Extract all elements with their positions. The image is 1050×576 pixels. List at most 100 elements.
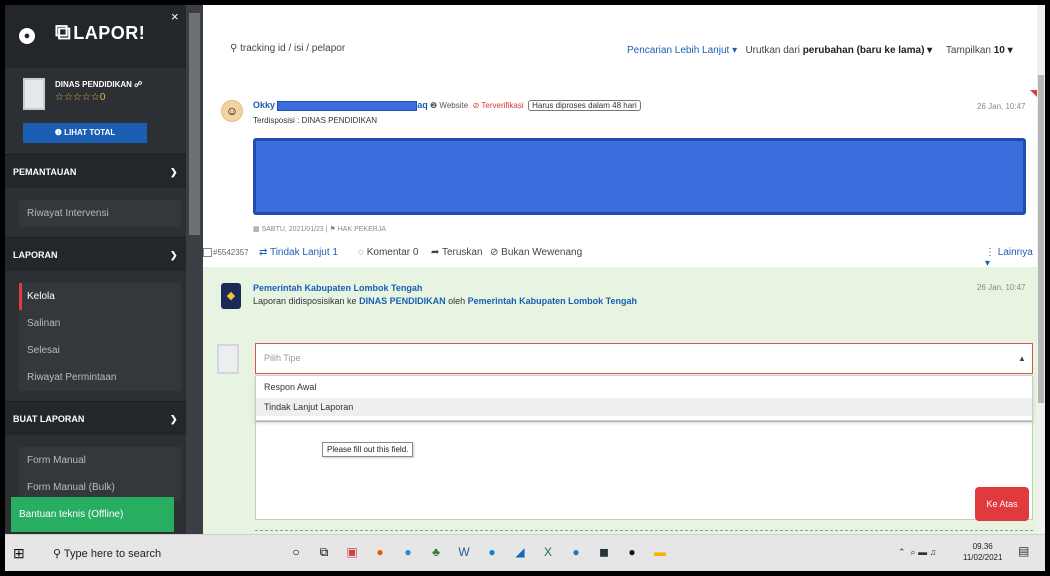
reporter-avatar: ☺ [221, 100, 243, 122]
disposition-label: Terdisposisi : DINAS PENDIDIKAN [253, 116, 378, 125]
github-icon[interactable]: ● [19, 28, 35, 44]
select-checkbox[interactable]: #5542357 [203, 248, 249, 258]
verified-label: ⊘ Terverifikasi [472, 101, 524, 110]
option-tindak-lanjut-laporan[interactable]: Tindak Lanjut Laporan [256, 398, 1032, 416]
sidebar-scrollbar[interactable] [186, 5, 203, 534]
sidebar-item-salinan[interactable]: Salinan [19, 310, 181, 337]
redacted-block [277, 100, 418, 111]
main-content: ⚲ tracking id / isi / pelapor Pencarian … [203, 5, 1045, 534]
sidebar-item-selesai[interactable]: Selesai [19, 337, 181, 364]
avatar [23, 78, 45, 110]
app-icon[interactable]: ● [622, 541, 642, 563]
sidebar-item-kelola[interactable]: Kelola [19, 283, 181, 310]
sidebar-header: ● ⧉ LAPOR! × [5, 5, 186, 68]
redacted-content [253, 138, 1026, 215]
skype-icon[interactable]: ● [482, 541, 502, 563]
file-explorer-icon[interactable]: ▬ [650, 541, 670, 563]
reporter-name[interactable]: Okky [253, 100, 275, 110]
section-buat-laporan[interactable]: BUAT LAPORAN ❯ [5, 401, 186, 435]
system-tray[interactable]: ⌃ ⌕ ▬ ♫ [898, 547, 936, 558]
rating-stars: ☆☆☆☆☆0 [55, 92, 106, 103]
search-icon: ⚲ [230, 43, 238, 54]
avatar [217, 344, 239, 374]
disposition-title: Pemerintah Kabupaten Lombok Tengah [253, 283, 423, 293]
word-icon[interactable]: W [454, 541, 474, 563]
select-placeholder: Pilih Tipe [264, 353, 301, 363]
help-button[interactable]: Bantuan teknis (Offline) [11, 497, 174, 532]
sidebar-item-riwayat-intervensi[interactable]: Riwayat Intervensi [19, 200, 181, 227]
network-app-icon[interactable]: ♣ [426, 541, 446, 563]
scroll-thumb[interactable] [189, 13, 200, 235]
sidebar: ● ⧉ LAPOR! × DINAS PENDIDIKAN ☍ ☆☆☆☆☆0 ❶ … [5, 5, 186, 534]
chevron-down-icon: ❯ [170, 167, 178, 177]
target-agency: DINAS PENDIDIKAN [359, 296, 446, 306]
deadline-badge: Harus diproses dalam 48 hari [528, 100, 641, 111]
search-options: Pencarian Lebih Lanjut ▾ Urutkan dari pe… [627, 45, 1013, 56]
edge-icon[interactable]: ● [398, 541, 418, 563]
windows-start-icon[interactable]: ⊞ [13, 545, 25, 562]
advanced-search-link[interactable]: Pencarian Lebih Lanjut ▾ [627, 45, 737, 56]
sidebar-item-form-manual[interactable]: Form Manual [19, 447, 181, 474]
section-pemantauan[interactable]: PEMANTAUAN ❯ [5, 154, 186, 188]
government-logo-icon: ◆ [221, 283, 241, 309]
notification-icon[interactable]: ▤ [1018, 544, 1029, 558]
search-placeholder: tracking id / isi / pelapor [240, 43, 346, 54]
cortana-icon[interactable]: ○ [286, 541, 306, 563]
excel-icon[interactable]: X [538, 541, 558, 563]
show-dropdown[interactable]: 10 ▾ [994, 45, 1013, 56]
report-meta: ▦ SABTU, 2021/01/23 | ⚑ HAK PEKERJA [253, 226, 386, 233]
section-title: BUAT LAPORAN [13, 414, 85, 424]
app-icon[interactable]: ◢ [510, 541, 530, 563]
taskbar: ⊞ ⚲ Type here to search ○ ⧉ ▣ ● ● ♣ W ● … [5, 534, 1045, 571]
caret-up-icon: ▲ [1018, 354, 1026, 363]
tab-bukan-wewenang[interactable]: ⊘ Bukan Wewenang [490, 247, 582, 258]
task-view-icon[interactable]: ⧉ [314, 541, 334, 563]
source-agency: Pemerintah Kabupaten Lombok Tengah [467, 296, 638, 306]
section-laporan[interactable]: LAPORAN ❯ [5, 237, 186, 271]
section-body: Riwayat Intervensi [5, 188, 186, 237]
close-icon[interactable]: × [171, 9, 179, 24]
lihat-total-button[interactable]: ❶ LIHAT TOTAL [23, 123, 147, 143]
text-prefix: Laporan didisposisikan ke [253, 296, 357, 306]
divider [255, 530, 1033, 531]
firefox-icon[interactable]: ● [370, 541, 390, 563]
scroll-thumb[interactable] [1038, 75, 1044, 403]
search-bar: ⚲ tracking id / isi / pelapor Pencarian … [203, 5, 1045, 90]
type-select[interactable]: Pilih Tipe ▲ [255, 343, 1033, 374]
main-scrollbar[interactable] [1037, 5, 1045, 534]
tracking-id: #5542357 [213, 248, 249, 257]
app-icon[interactable]: ◼ [594, 541, 614, 563]
source-label: ❷ Website [430, 101, 469, 110]
type-dropdown: Respon Awal Tindak Lanjut Laporan [255, 375, 1033, 421]
sort-label: Urutkan dari [745, 45, 800, 56]
sidebar-item-riwayat-permintaan[interactable]: Riwayat Permintaan [19, 364, 181, 391]
screen: ● ⧉ LAPOR! × DINAS PENDIDIKAN ☍ ☆☆☆☆☆0 ❶ … [5, 5, 1045, 571]
chevron-down-icon: ❯ [170, 250, 178, 260]
report-header: Okky aq ❷ Website ⊘ Terverifikasi Harus … [253, 100, 641, 111]
checkbox-icon[interactable] [203, 248, 212, 258]
disposition-entry: ◆ Pemerintah Kabupaten Lombok Tengah Lap… [203, 267, 1037, 330]
logo-icon: ⧉ [55, 19, 72, 44]
sort-dropdown[interactable]: perubahan (baru ke lama) ▾ [803, 45, 933, 56]
report-card: ☺ Okky aq ❷ Website ⊘ Terverifikasi Haru… [203, 90, 1042, 233]
reporter-name-suffix: aq [417, 100, 428, 110]
tab-tindak-lanjut[interactable]: ⇄ Tindak Lanjut 1 [259, 247, 338, 258]
taskbar-search[interactable]: ⚲ Type here to search [47, 542, 212, 566]
app-icon[interactable]: ▣ [342, 541, 362, 563]
response-form: Pilih Tipe ▲ Respon Awal Tindak Lanjut L… [203, 330, 1037, 534]
profile-name[interactable]: DINAS PENDIDIKAN ☍ [55, 80, 142, 89]
response-textarea[interactable]: Please fill out this field. [255, 421, 1033, 520]
report-date: 26 Jan, 10:47 [977, 102, 1026, 111]
scroll-top-button[interactable]: Ke Atas [975, 487, 1029, 521]
lainnya-dropdown[interactable]: ⋮ Lainnya ▾ [985, 247, 1037, 269]
validation-tooltip: Please fill out this field. [322, 442, 414, 457]
section-body: Kelola Salinan Selesai Riwayat Permintaa… [5, 271, 186, 401]
app-icon[interactable]: ● [566, 541, 586, 563]
lapor-logo[interactable]: ⧉ LAPOR! [55, 19, 145, 45]
option-respon-awal[interactable]: Respon Awal [256, 378, 1032, 396]
search-input[interactable]: ⚲ tracking id / isi / pelapor [230, 43, 345, 54]
tab-komentar[interactable]: ◌ Komentar 0 [358, 247, 418, 258]
show-label: Tampilkan [945, 45, 991, 56]
tab-teruskan[interactable]: ➦ Teruskan [431, 247, 483, 258]
clock[interactable]: 09.36 11/02/2021 [963, 541, 1002, 563]
